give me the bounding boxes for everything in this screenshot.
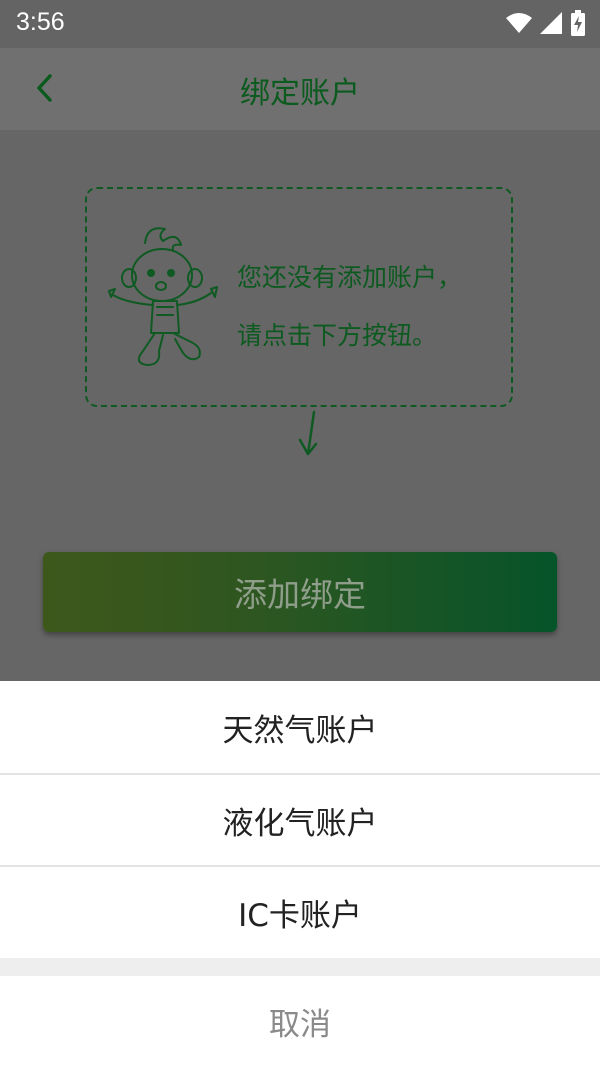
status-bar: 3:56: [0, 0, 600, 48]
wifi-icon: [506, 13, 532, 33]
app-bar: 绑定账户: [0, 48, 600, 130]
bottom-sheet: 天然气账户 液化气账户 IC卡账户 取消: [0, 681, 600, 1066]
empty-state-box: 您还没有添加账户， 请点击下方按钮。: [85, 187, 513, 407]
main-content: 您还没有添加账户， 请点击下方按钮。 添加绑定: [0, 130, 600, 681]
cancel-button[interactable]: 取消: [0, 976, 600, 1066]
status-icons: [506, 10, 586, 36]
empty-state-message: 您还没有添加账户， 请点击下方按钮。: [237, 249, 462, 365]
page-title: 绑定账户: [240, 76, 360, 111]
mascot-illustration: [108, 227, 218, 366]
sheet-gap: [0, 958, 600, 976]
arrow-down-icon: [298, 410, 318, 456]
battery-charging-icon: [571, 10, 585, 36]
option-lpg-account[interactable]: 液化气账户: [0, 775, 600, 865]
option-natural-gas-account[interactable]: 天然气账户: [0, 681, 600, 773]
add-binding-button[interactable]: 添加绑定: [43, 552, 557, 632]
option-ic-card-account[interactable]: IC卡账户: [0, 867, 600, 958]
empty-state-line-1: 您还没有添加账户，: [237, 263, 463, 292]
empty-state-line-2: 请点击下方按钮。: [237, 321, 438, 350]
status-time: 3:56: [16, 8, 65, 36]
signal-icon: [540, 12, 562, 34]
